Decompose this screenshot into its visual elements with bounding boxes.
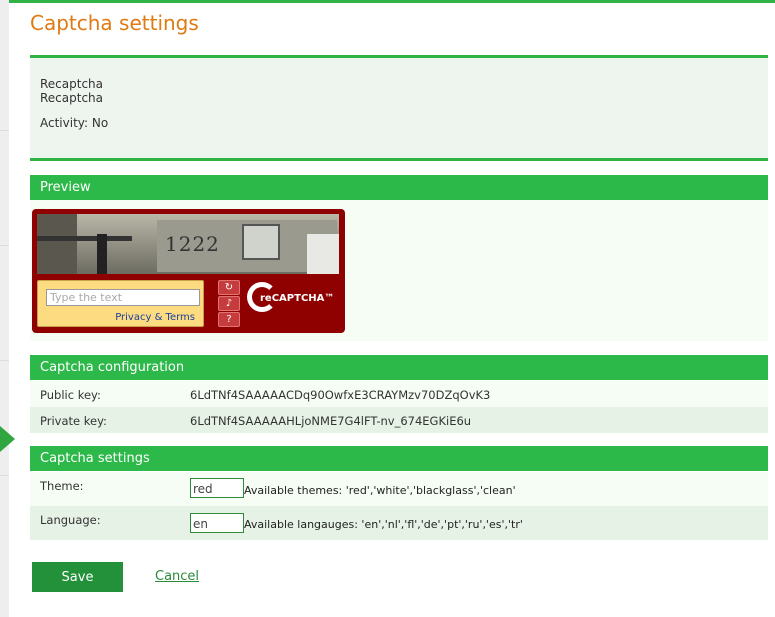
language-row: Language: Available langauges: 'en','nl'… [30,506,768,540]
privacy-terms-link[interactable]: Privacy & Terms [115,312,195,323]
captcha-description: Recaptcha [40,91,104,105]
rail-divider [0,475,9,476]
private-key-label: Private key: [40,414,107,428]
public-key-row: Public key: 6LdTNf4SAAAAACDq90OwfxE3CRAY… [30,381,768,407]
recaptcha-logo-text: reCAPTCHA™ [260,293,335,304]
theme-input[interactable] [190,478,244,498]
public-key-value: 6LdTNf4SAAAAACDq90OwfxE3CRAYMzv70DZqOvK3 [190,388,491,402]
config-header: Captcha configuration [30,355,768,380]
theme-row: Theme: Available themes: 'red','white','… [30,472,768,506]
info-box: Recaptcha Recaptcha Activity: No [30,55,768,161]
rail-divider [0,245,9,246]
page-title: Captcha settings [30,11,199,35]
private-key-row: Private key: 6LdTNf4SAAAAAHLjoNME7G4lFT-… [30,407,768,433]
left-rail [0,0,9,617]
audio-icon[interactable]: ♪ [218,296,240,311]
public-key-label: Public key: [40,388,101,402]
preview-header: Preview [30,175,768,200]
help-icon[interactable]: ? [218,312,240,327]
active-indicator-arrow-icon [0,426,15,452]
rail-divider [0,360,9,361]
rail-divider [0,130,9,131]
language-label: Language: [40,513,101,527]
activity-status: Activity: No [40,116,109,130]
cancel-link[interactable]: Cancel [155,569,199,584]
save-button[interactable]: Save [32,562,123,592]
recaptcha-widget: 1222 Privacy & Terms ↻ ♪ ? reCAPTCHA™ [32,209,345,333]
theme-hint: Available themes: 'red','white','blackgl… [244,484,516,497]
top-rule [9,0,775,3]
language-input[interactable] [190,513,244,533]
private-key-value: 6LdTNf4SAAAAAHLjoNME7G4lFT-nv_674EGKiE6u [190,414,472,428]
theme-label: Theme: [40,479,84,493]
settings-header: Captcha settings [30,446,768,471]
captcha-image: 1222 [37,214,339,274]
language-hint: Available langauges: 'en','nl','fl','de'… [244,518,523,531]
captcha-input-box: Privacy & Terms [37,280,204,327]
captcha-number: 1222 [165,232,220,256]
refresh-icon[interactable]: ↻ [218,280,240,295]
captcha-type: Recaptcha [40,77,104,91]
captcha-response-input[interactable] [46,289,200,306]
